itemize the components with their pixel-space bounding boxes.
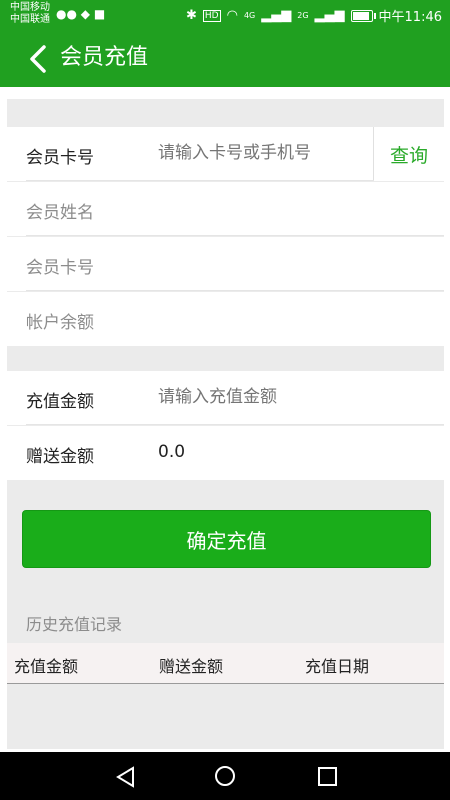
notification-icons: ●● ◆ ■ <box>56 7 105 21</box>
network-2g: 2G <box>297 11 309 20</box>
balance-label: 帐户余额 <box>26 313 94 333</box>
divider <box>26 424 444 425</box>
app-icon: ■ <box>93 7 106 21</box>
card-label: 会员卡号 <box>26 148 94 168</box>
back-button[interactable] <box>24 44 54 74</box>
divider <box>26 290 444 291</box>
history-table-header: 充值金额 赠送金额 充值日期 <box>7 643 444 684</box>
gift-row: 赠送金额 0.0 <box>7 426 444 480</box>
amount-label: 充值金额 <box>26 392 94 412</box>
confirm-recharge-button[interactable]: 确定充值 <box>22 510 431 568</box>
network-4g: 4G <box>243 11 256 20</box>
gift-value: 0.0 <box>158 442 186 462</box>
member-name-label: 会员姓名 <box>26 203 94 223</box>
nav-back-icon[interactable] <box>115 766 137 788</box>
status-right: ✱ HD ◠ 4G ▂▄▆ 2G ▂▄▆ 中午11:46 <box>186 6 442 25</box>
nav-home-icon[interactable] <box>215 766 235 786</box>
message-icon: ◆ <box>80 7 91 21</box>
signal-icon-2: ▂▄▆ <box>314 8 345 23</box>
battery-icon <box>350 9 376 22</box>
carrier-2: 中国联通 <box>10 14 50 25</box>
gift-label: 赠送金额 <box>26 447 94 467</box>
app-bar: 会员充值 <box>0 31 450 87</box>
nav-recent-icon[interactable] <box>318 767 337 786</box>
member-name-row: 会员姓名 <box>7 182 444 236</box>
wifi-icon: ◠ <box>226 8 238 23</box>
divider <box>26 235 444 236</box>
bluetooth-icon: ✱ <box>185 8 197 23</box>
hd-badge: HD <box>202 9 221 22</box>
query-button[interactable]: 查询 <box>373 127 444 181</box>
carrier-info: 中国移动 中国联通 <box>10 2 50 26</box>
amount-row: 充值金额 <box>7 371 444 425</box>
balance-row: 帐户余额 <box>7 292 444 346</box>
member-card-row: 会员卡号 <box>7 237 444 291</box>
system-nav-bar <box>0 752 450 800</box>
col-amount: 充值金额 <box>14 657 79 676</box>
wechat-icon: ●● <box>56 7 77 21</box>
card-input[interactable] <box>158 143 363 163</box>
carrier-1: 中国移动 <box>10 2 50 13</box>
amount-input[interactable] <box>158 387 418 407</box>
content-area: 会员卡号 查询 会员姓名 会员卡号 帐户余额 充值金额 赠送金额 0.0 确定充… <box>7 99 444 749</box>
page-title: 会员充值 <box>60 45 149 70</box>
card-input-row: 会员卡号 查询 <box>7 127 444 181</box>
chevron-left-icon <box>30 45 46 73</box>
col-date: 充值日期 <box>305 657 370 676</box>
col-gift: 赠送金额 <box>159 657 224 676</box>
status-time: 中午11:46 <box>378 10 442 25</box>
divider <box>26 180 374 181</box>
history-title: 历史充值记录 <box>26 615 123 634</box>
signal-icon: ▂▄▆ <box>261 8 292 23</box>
member-card-label: 会员卡号 <box>26 258 94 278</box>
status-bar: 中国移动 中国联通 ●● ◆ ■ ✱ HD ◠ 4G ▂▄▆ 2G ▂▄▆ 中午… <box>0 0 450 31</box>
